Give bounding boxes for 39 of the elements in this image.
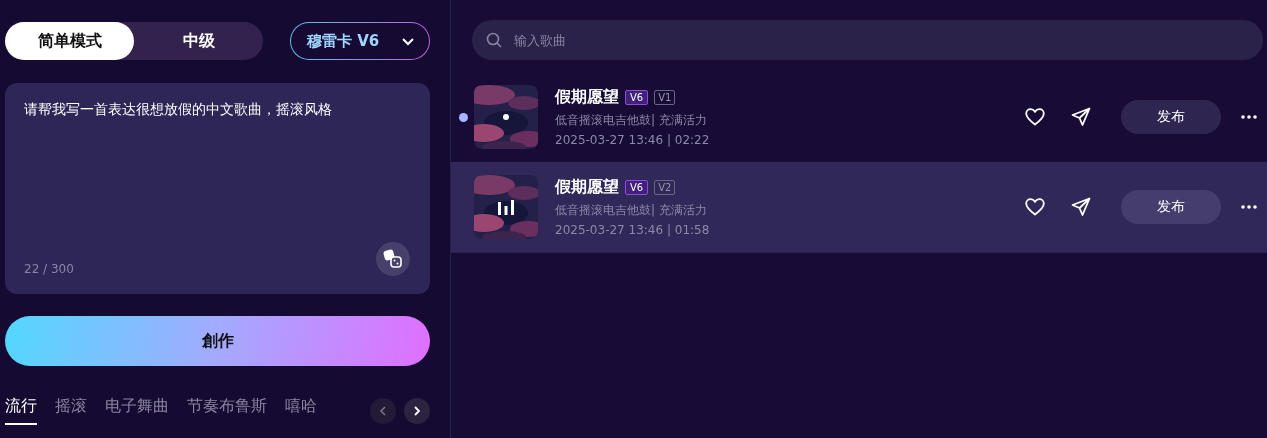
chevron-right-icon (413, 405, 421, 416)
genre-tab[interactable]: 摇滚 (55, 396, 87, 425)
model-tag: V6 (625, 90, 649, 105)
song-tags: 低音摇滚电吉他鼓| 充满活力 (555, 202, 1025, 219)
publish-button[interactable]: 发布 (1121, 190, 1221, 224)
next-button[interactable] (404, 397, 430, 424)
song-row[interactable]: 假期愿望 V6 V1 低音摇滚电吉他鼓| 充满活力 2025-03-27 13:46 | 02:22 发布 (451, 72, 1267, 162)
prompt-field[interactable]: 请帮我写一首表达很想放假的中文歌曲，摇滚风格 22 / 300 (5, 83, 430, 294)
send-icon[interactable] (1071, 107, 1091, 127)
version-tag: V1 (654, 90, 676, 105)
character-counter: 22 / 300 (24, 262, 74, 276)
heart-icon[interactable] (1025, 108, 1045, 126)
song-tags: 低音摇滚电吉他鼓| 充满活力 (555, 112, 1025, 129)
song-title: 假期愿望 (555, 87, 619, 108)
search-icon (486, 32, 502, 48)
heart-icon[interactable] (1025, 198, 1045, 216)
genre-tab[interactable]: 节奏布鲁斯 (187, 396, 267, 425)
dice-button[interactable] (376, 242, 410, 276)
chevron-down-icon (401, 36, 415, 46)
publish-button[interactable]: 发布 (1121, 100, 1221, 134)
create-button[interactable]: 創作 (5, 316, 430, 366)
more-icon[interactable] (1241, 115, 1257, 119)
mode-tab[interactable]: 中级 (134, 22, 263, 60)
genre-tab[interactable]: 嘻哈 (285, 396, 317, 425)
chevron-left-icon (379, 405, 387, 416)
search-field[interactable]: 输入歌曲 (472, 20, 1263, 60)
version-tag: V2 (654, 180, 676, 195)
genre-tab[interactable]: 流行 (5, 396, 37, 425)
song-meta: 2025-03-27 13:46 | 01:58 (555, 223, 711, 237)
more-icon[interactable] (1241, 205, 1257, 209)
dice-icon (383, 249, 403, 269)
song-row[interactable]: 假期愿望 V6 V2 低音摇滚电吉他鼓| 充满活力 2025-03-27 13:46 | 01:58 发布 (451, 162, 1267, 252)
song-meta: 2025-03-27 13:46 | 02:22 (555, 133, 711, 147)
send-icon[interactable] (1071, 197, 1091, 217)
model-tag: V6 (625, 180, 649, 195)
mode-tab[interactable]: 简单模式 (5, 22, 134, 60)
model-select[interactable]: 穆雷卡 V6 (290, 22, 430, 60)
genre-tab[interactable]: 电子舞曲 (105, 396, 169, 425)
song-title: 假期愿望 (555, 177, 619, 198)
